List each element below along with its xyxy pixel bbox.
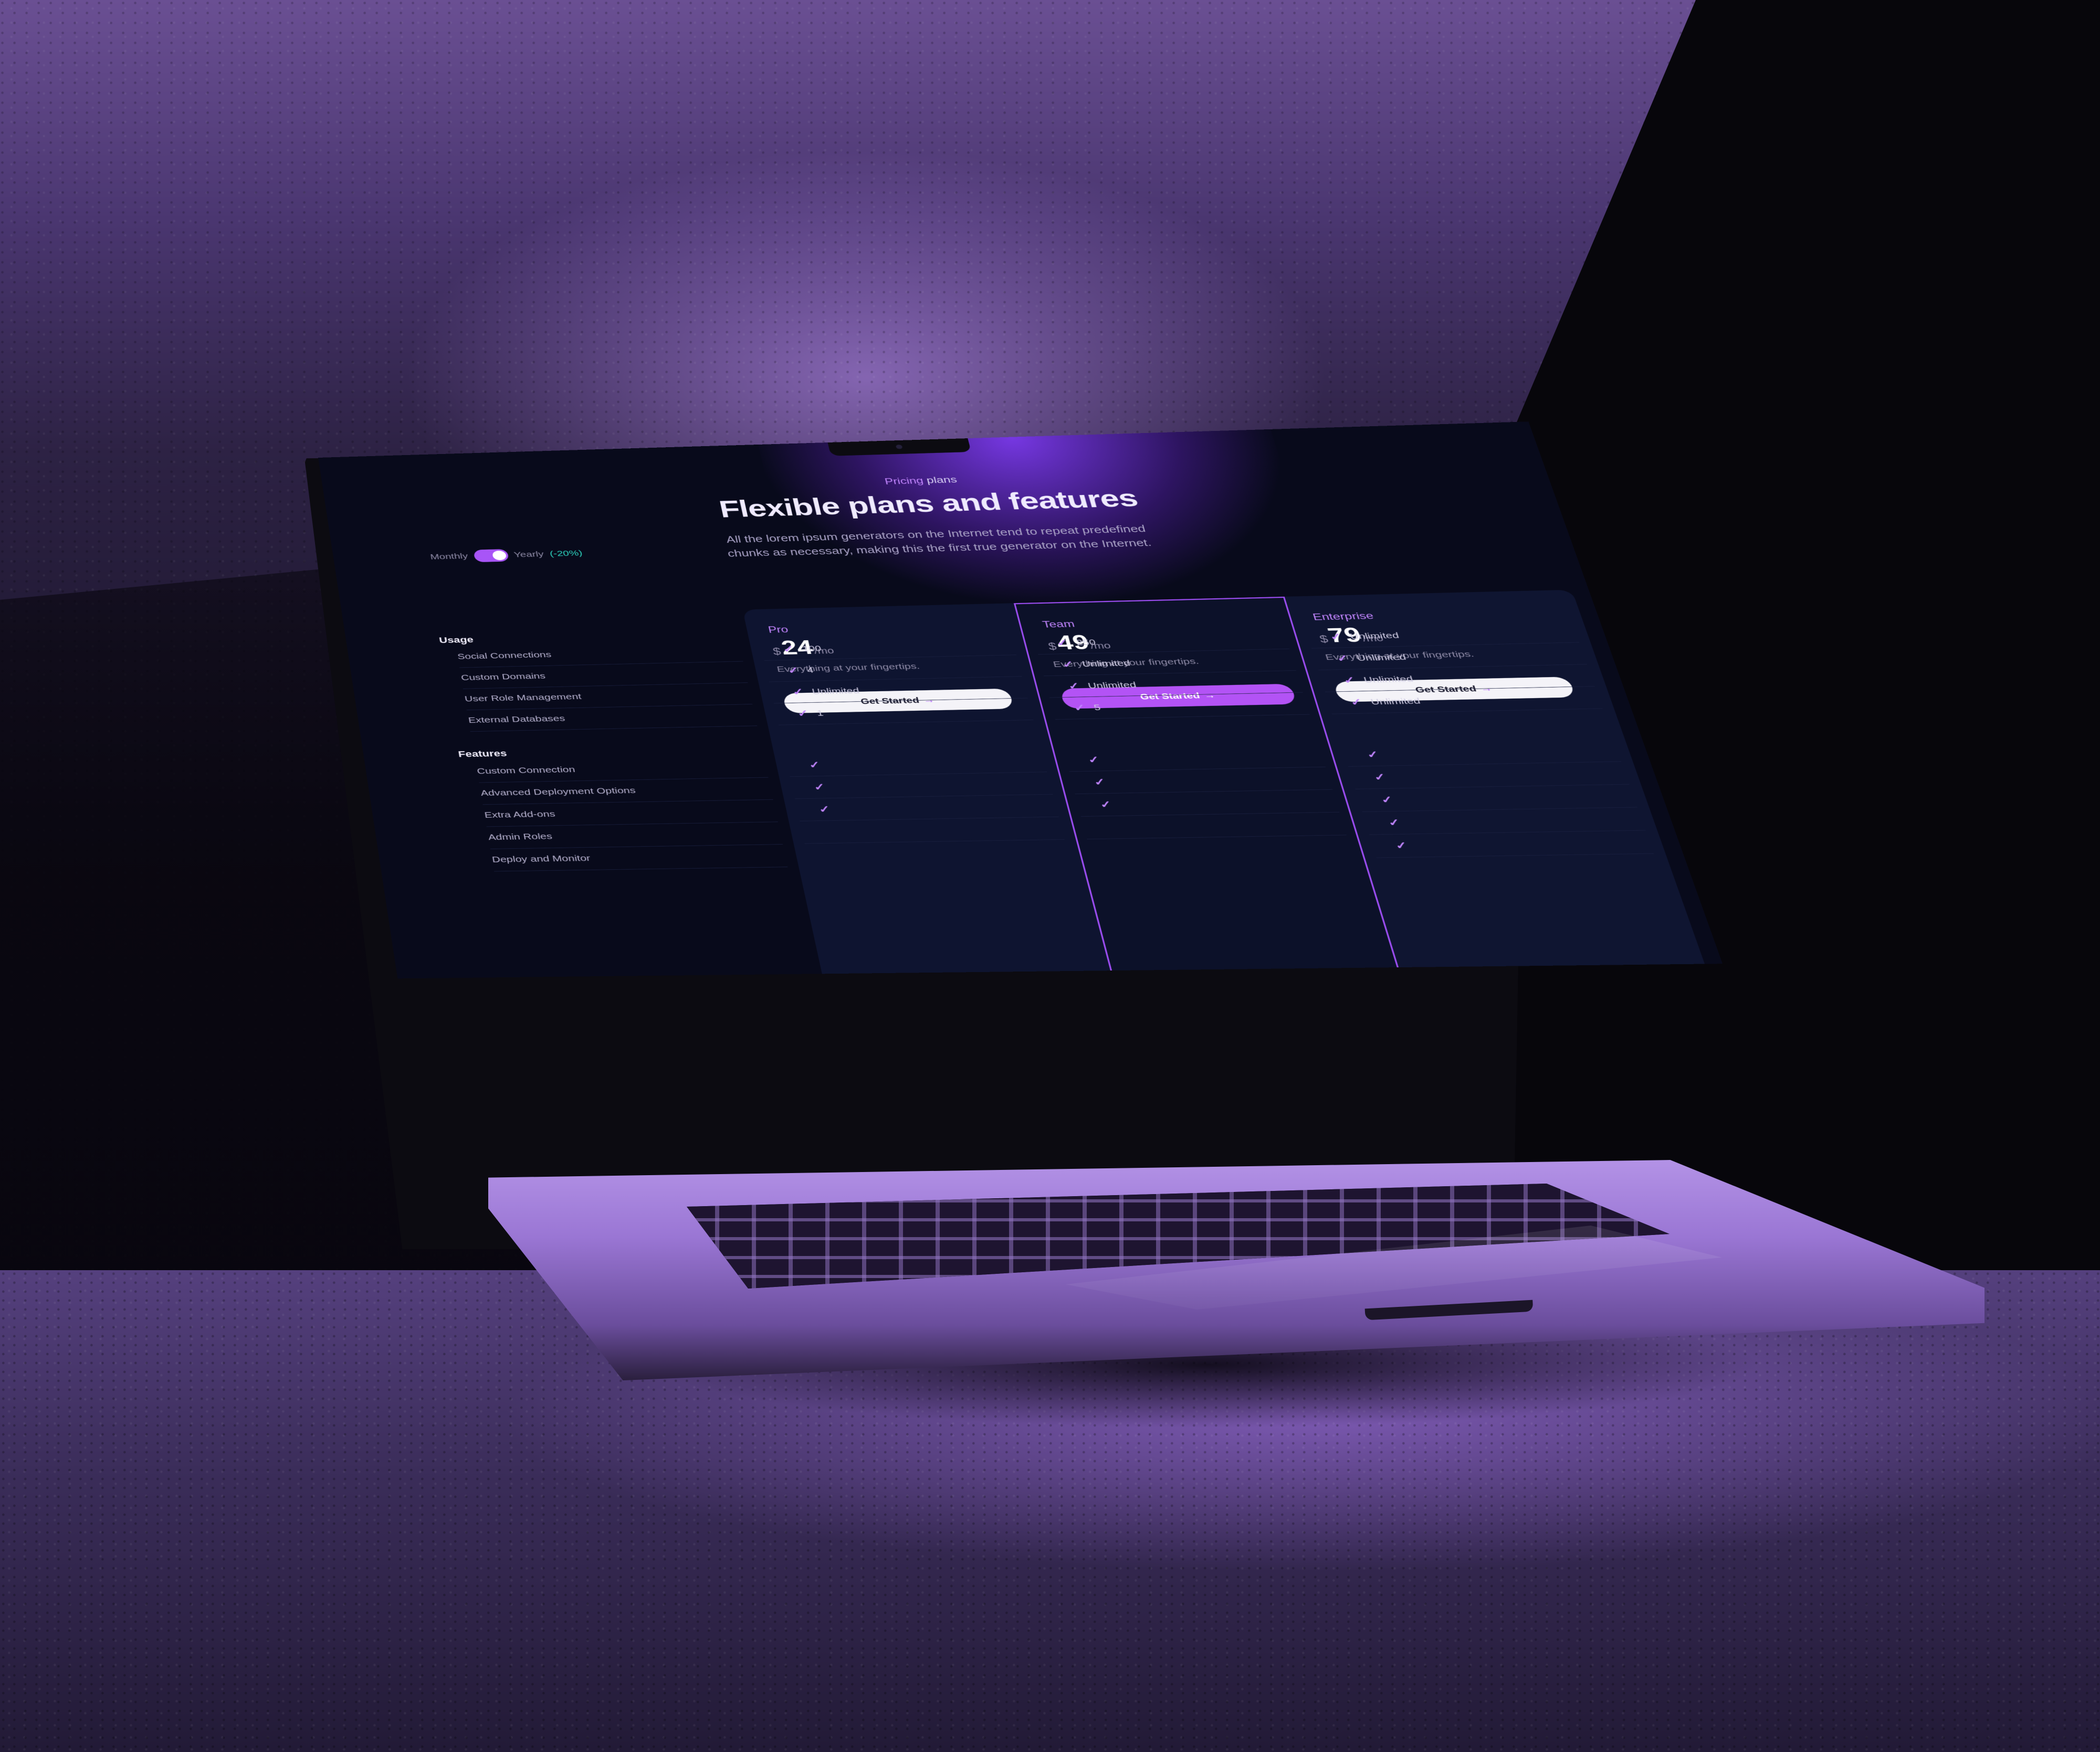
check-icon: ✓	[817, 804, 832, 815]
feature-cell: ✓	[1369, 830, 1654, 858]
check-icon: ✓	[1394, 840, 1409, 852]
cell-value: Unlimited	[1369, 696, 1422, 706]
check-icon: ✓	[1328, 631, 1343, 642]
plan-name: Team	[1041, 619, 1076, 630]
check-icon: ✓	[1349, 696, 1364, 708]
group-title-usage: Usage	[438, 635, 475, 645]
billing-toggle[interactable]	[472, 548, 509, 563]
check-icon: ✓	[807, 759, 822, 771]
eyebrow-accent: Pricing	[884, 476, 925, 487]
cell-value: Unlimited	[1349, 630, 1400, 641]
cell-value: 4	[806, 665, 815, 674]
check-icon: ✓	[1387, 817, 1402, 829]
yearly-discount-badge: (-20%)	[549, 548, 583, 558]
check-icon: ✓	[782, 644, 795, 655]
cell-value: 100	[801, 643, 822, 653]
cell-value: Unlimited	[1362, 674, 1414, 684]
check-icon: ✓	[1067, 681, 1081, 692]
camera-icon	[895, 445, 903, 449]
check-icon: ✓	[1365, 749, 1381, 761]
check-icon: ✓	[1372, 772, 1388, 783]
laptop-screen: Pricing plans Flexible plans and feature…	[318, 421, 1723, 979]
billing-yearly-label[interactable]: Yearly	[513, 550, 544, 560]
feature-cell	[800, 817, 1065, 844]
cell-value: Unlimited	[811, 686, 860, 696]
toggle-knob	[491, 550, 507, 561]
cell-value: 1	[816, 708, 825, 718]
check-icon: ✓	[1061, 659, 1075, 670]
eyebrow-rest: plans	[925, 474, 958, 486]
plan-name: Enterprise	[1311, 610, 1376, 622]
billing-switch: Monthly Yearly (-20%)	[429, 547, 584, 563]
check-icon: ✓	[1087, 754, 1101, 766]
cell-value: Unlimited	[1081, 658, 1131, 669]
row-label: Deploy and Monitor	[490, 844, 788, 872]
check-icon: ✓	[1073, 702, 1087, 714]
check-icon: ✓	[1055, 638, 1069, 649]
group-title-features: Features	[457, 748, 508, 759]
billing-monthly-label[interactable]: Monthly	[429, 552, 468, 561]
cell-value: 5	[1093, 703, 1102, 712]
photo-scene: Pricing plans Flexible plans and feature…	[0, 0, 2100, 1752]
cell-value: Unlimited	[1356, 652, 1408, 663]
check-icon: ✓	[796, 708, 810, 719]
check-icon: ✓	[1098, 799, 1113, 810]
cell-value: Unlimited	[1087, 680, 1138, 690]
check-icon: ✓	[1342, 674, 1357, 686]
check-icon: ✓	[791, 687, 805, 698]
feature-cell	[1081, 812, 1347, 840]
cell-value: 250	[1075, 638, 1097, 647]
check-icon: ✓	[1379, 794, 1395, 806]
check-icon: ✓	[1093, 776, 1107, 788]
check-icon: ✓	[1335, 653, 1350, 664]
plan-name: Pro	[767, 624, 790, 635]
check-icon: ✓	[813, 782, 826, 793]
check-icon: ✓	[786, 665, 800, 676]
